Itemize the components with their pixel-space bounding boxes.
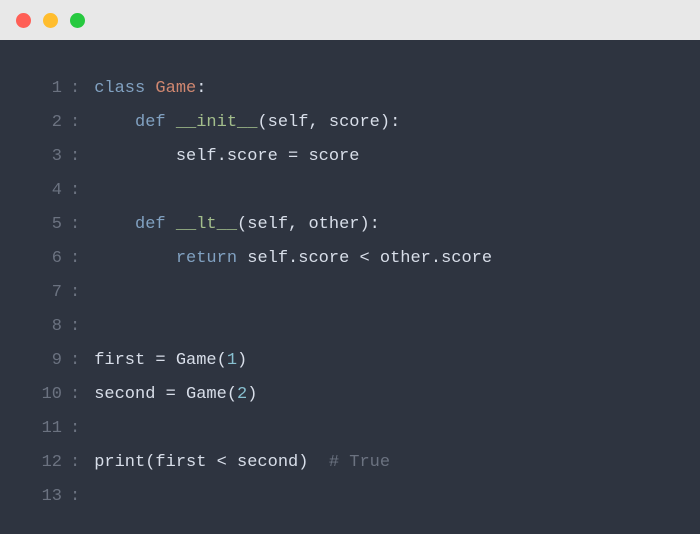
code-token: second = Game(: [94, 385, 237, 404]
code-token: # True: [329, 453, 390, 472]
line-number: 9: [20, 344, 70, 378]
code-token: class: [94, 79, 145, 98]
code-token: [145, 79, 155, 98]
line-number: 6: [20, 242, 70, 276]
code-line: 4:: [20, 174, 680, 208]
code-window: 1:class Game:2: def __init__(self, score…: [0, 0, 700, 523]
code-line: 8:: [20, 310, 680, 344]
gutter-separator: :: [70, 480, 94, 514]
gutter-separator: :: [70, 72, 94, 106]
code-token: (self, score):: [257, 113, 400, 132]
line-number: 8: [20, 310, 70, 344]
code-token: [94, 249, 176, 268]
code-line: 6: return self.score < other.score: [20, 242, 680, 276]
code-token: [166, 215, 176, 234]
gutter-separator: :: [70, 412, 94, 446]
code-line: 13:: [20, 480, 680, 514]
line-number: 11: [20, 412, 70, 446]
code-token: ): [247, 385, 257, 404]
code-line: 9:first = Game(1): [20, 344, 680, 378]
code-token: [166, 113, 176, 132]
code-token: ): [237, 351, 247, 370]
line-number: 4: [20, 174, 70, 208]
code-content: return self.score < other.score: [94, 242, 492, 276]
code-token: __lt__: [176, 215, 237, 234]
gutter-separator: :: [70, 242, 94, 276]
code-token: 1: [227, 351, 237, 370]
code-line: 12:print(first < second) # True: [20, 446, 680, 480]
code-line: 11:: [20, 412, 680, 446]
code-token: first = Game(: [94, 351, 227, 370]
code-editor[interactable]: 1:class Game:2: def __init__(self, score…: [0, 40, 700, 534]
gutter-separator: :: [70, 276, 94, 310]
gutter-separator: :: [70, 446, 94, 480]
gutter-separator: :: [70, 344, 94, 378]
code-line: 3: self.score = score: [20, 140, 680, 174]
gutter-separator: :: [70, 106, 94, 140]
line-number: 10: [20, 378, 70, 412]
gutter-separator: :: [70, 174, 94, 208]
line-number: 7: [20, 276, 70, 310]
minimize-icon[interactable]: [43, 13, 58, 28]
line-number: 2: [20, 106, 70, 140]
code-token: self.score = score: [94, 147, 359, 166]
code-token: __init__: [176, 113, 258, 132]
code-content: second = Game(2): [94, 378, 257, 412]
code-content: def __init__(self, score):: [94, 106, 400, 140]
code-token: self.score < other.score: [237, 249, 492, 268]
close-icon[interactable]: [16, 13, 31, 28]
code-content: self.score = score: [94, 140, 359, 174]
code-token: Game: [155, 79, 196, 98]
line-number: 1: [20, 72, 70, 106]
code-content: def __lt__(self, other):: [94, 208, 380, 242]
code-token: :: [196, 79, 206, 98]
code-token: def: [135, 113, 166, 132]
code-token: 2: [237, 385, 247, 404]
code-content: class Game:: [94, 72, 206, 106]
code-line: 7:: [20, 276, 680, 310]
gutter-separator: :: [70, 140, 94, 174]
code-line: 2: def __init__(self, score):: [20, 106, 680, 140]
maximize-icon[interactable]: [70, 13, 85, 28]
code-content: first = Game(1): [94, 344, 247, 378]
line-number: 13: [20, 480, 70, 514]
code-line: 1:class Game:: [20, 72, 680, 106]
gutter-separator: :: [70, 208, 94, 242]
line-number: 12: [20, 446, 70, 480]
code-token: return: [176, 249, 237, 268]
line-number: 5: [20, 208, 70, 242]
code-token: [94, 215, 135, 234]
gutter-separator: :: [70, 378, 94, 412]
code-token: [94, 113, 135, 132]
code-token: print(first < second): [94, 453, 329, 472]
titlebar: [0, 0, 700, 40]
code-content: print(first < second) # True: [94, 446, 390, 480]
gutter-separator: :: [70, 310, 94, 344]
line-number: 3: [20, 140, 70, 174]
code-token: (self, other):: [237, 215, 380, 234]
code-token: def: [135, 215, 166, 234]
code-line: 10:second = Game(2): [20, 378, 680, 412]
code-line: 5: def __lt__(self, other):: [20, 208, 680, 242]
